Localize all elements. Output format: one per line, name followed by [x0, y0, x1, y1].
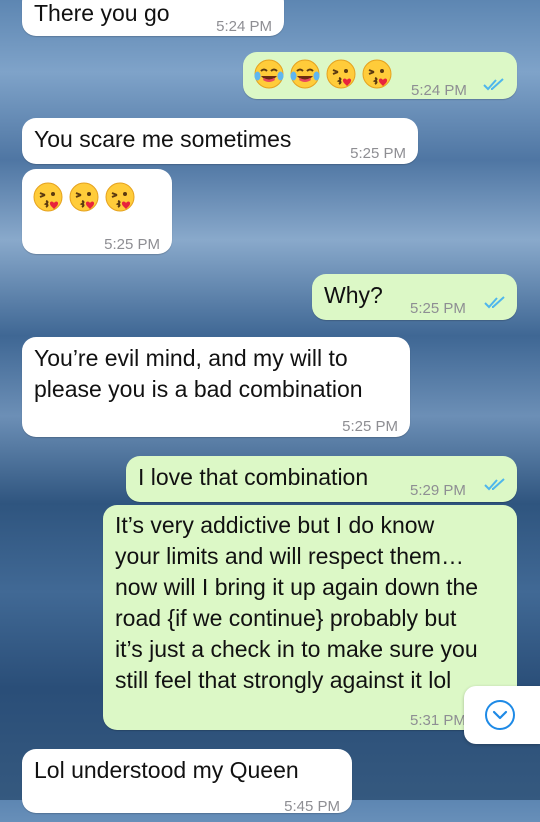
chevron-down-circle-icon — [485, 700, 515, 730]
message-time: 5:24 PM — [411, 82, 467, 99]
message-time: 5:29 PM — [410, 482, 466, 499]
message-bubble-incoming[interactable]: You scare me sometimes 5:25 PM — [22, 118, 418, 164]
face-blowing-kiss-emoji-icon — [105, 182, 135, 212]
chat-view[interactable]: There you go 5:24 PM 5:24 PM You scare m… — [0, 0, 540, 815]
scroll-to-bottom-button[interactable] — [464, 686, 540, 744]
face-blowing-kiss-emoji-icon — [33, 182, 63, 212]
message-time: 5:25 PM — [410, 300, 466, 317]
message-text: There you go — [34, 0, 170, 26]
message-bubble-incoming[interactable]: Lol understood my Queen 5:45 PM — [22, 749, 352, 815]
message-text: I love that combination — [138, 464, 369, 490]
message-text-line: still feel that strongly against it lol — [115, 667, 452, 693]
face-blowing-kiss-emoji-icon — [326, 59, 356, 89]
message-bubble-outgoing[interactable]: 5:24 PM — [243, 52, 517, 99]
message-bubble-outgoing[interactable]: It’s very addictive but I do know your l… — [103, 505, 517, 730]
message-time: 5:45 PM — [284, 798, 340, 815]
message-text-line: please you is a bad combination — [34, 376, 363, 402]
tears-of-joy-emoji-icon — [254, 59, 284, 89]
message-text: Why? — [324, 282, 383, 308]
message-time: 5:24 PM — [216, 18, 272, 35]
message-time: 5:25 PM — [342, 418, 398, 435]
message-bubble-incoming[interactable]: There you go 5:24 PM — [22, 0, 284, 36]
message-text-line: It’s very addictive but I do know — [115, 512, 435, 538]
read-receipt-icon — [483, 78, 504, 91]
message-text-line: road {if we continue} probably but — [115, 605, 457, 631]
message-bubble-incoming[interactable]: You’re evil mind, and my will to please … — [22, 337, 410, 437]
message-time: 5:31 PM — [410, 712, 466, 729]
message-text-line: now will I bring it up again down the — [115, 574, 479, 600]
tears-of-joy-emoji-icon — [290, 59, 320, 89]
message-time: 5:25 PM — [350, 145, 406, 162]
read-receipt-icon — [484, 478, 505, 491]
message-text-line: it’s just a check in to make sure you — [115, 636, 478, 662]
message-text-line: your limits and will respect them… — [115, 543, 464, 569]
face-blowing-kiss-emoji-icon — [362, 59, 392, 89]
read-receipt-icon — [484, 296, 505, 309]
message-text-line: You’re evil mind, and my will to — [34, 345, 348, 371]
message-bubble-incoming[interactable]: 5:25 PM — [22, 169, 172, 254]
message-bubble-outgoing[interactable]: I love that combination 5:29 PM — [126, 456, 517, 502]
face-blowing-kiss-emoji-icon — [69, 182, 99, 212]
message-text: Lol understood my Queen — [34, 757, 299, 783]
message-text: You scare me sometimes — [34, 126, 292, 152]
message-time: 5:25 PM — [104, 236, 160, 253]
message-bubble-outgoing[interactable]: Why? 5:25 PM — [312, 274, 517, 320]
